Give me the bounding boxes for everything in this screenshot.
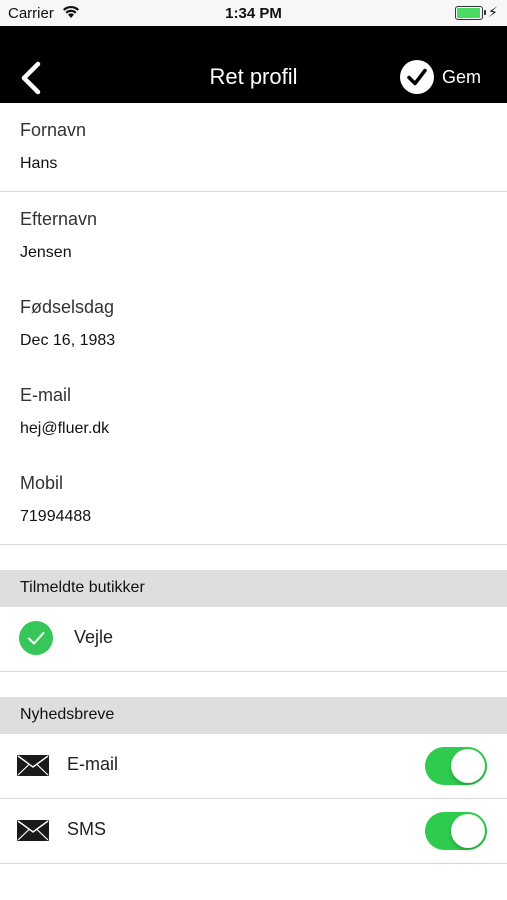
- field-label: Fødselsdag: [20, 297, 115, 317]
- newsletter-row-email: E-mail: [0, 734, 507, 799]
- email-newsletter-toggle[interactable]: [425, 747, 487, 785]
- save-button[interactable]: Gem: [399, 59, 481, 95]
- birthday-field[interactable]: Fødselsdag: [0, 280, 507, 369]
- mobile-input[interactable]: [20, 508, 480, 526]
- mobile-field[interactable]: Mobil: [0, 456, 507, 545]
- status-bar: Carrier 1:34 PM ⚡: [0, 0, 507, 26]
- envelope-icon: [17, 820, 49, 841]
- email-field[interactable]: E-mail: [0, 368, 507, 457]
- birthday-input[interactable]: [20, 332, 480, 350]
- envelope-icon: [17, 755, 49, 776]
- status-time: 1:34 PM: [225, 5, 282, 22]
- field-label: Efternavn: [20, 209, 98, 229]
- store-row-vejle[interactable]: Vejle: [0, 607, 507, 672]
- email-input[interactable]: [20, 420, 480, 438]
- sms-newsletter-toggle[interactable]: [425, 812, 487, 850]
- newsletter-label: SMS: [67, 819, 107, 839]
- toggle-knob: [451, 814, 485, 848]
- field-label: Fornavn: [20, 120, 87, 140]
- section-title: Nyhedsbreve: [20, 706, 115, 723]
- navigation-bar: Ret profil Gem: [0, 26, 507, 103]
- field-label: E-mail: [20, 385, 72, 405]
- last-name-field[interactable]: Efternavn: [0, 192, 507, 281]
- save-label: Gem: [441, 66, 481, 87]
- newsletter-row-sms: SMS: [0, 799, 507, 864]
- stores-section-header: Tilmeldte butikker: [0, 570, 507, 607]
- section-title: Tilmeldte butikker: [20, 579, 145, 596]
- field-label: Mobil: [20, 473, 64, 493]
- checkmark-icon: [19, 621, 53, 655]
- newsletters-section-header: Nyhedsbreve: [0, 697, 507, 734]
- checkmark-circle-icon: [399, 60, 434, 94]
- newsletter-label: E-mail: [67, 754, 119, 774]
- store-name: Vejle: [74, 627, 114, 647]
- first-name-field[interactable]: Fornavn: [0, 103, 507, 192]
- toggle-knob: [451, 749, 485, 783]
- first-name-input[interactable]: [20, 155, 480, 173]
- battery-icon: ⚡: [455, 4, 499, 20]
- last-name-input[interactable]: [20, 244, 480, 262]
